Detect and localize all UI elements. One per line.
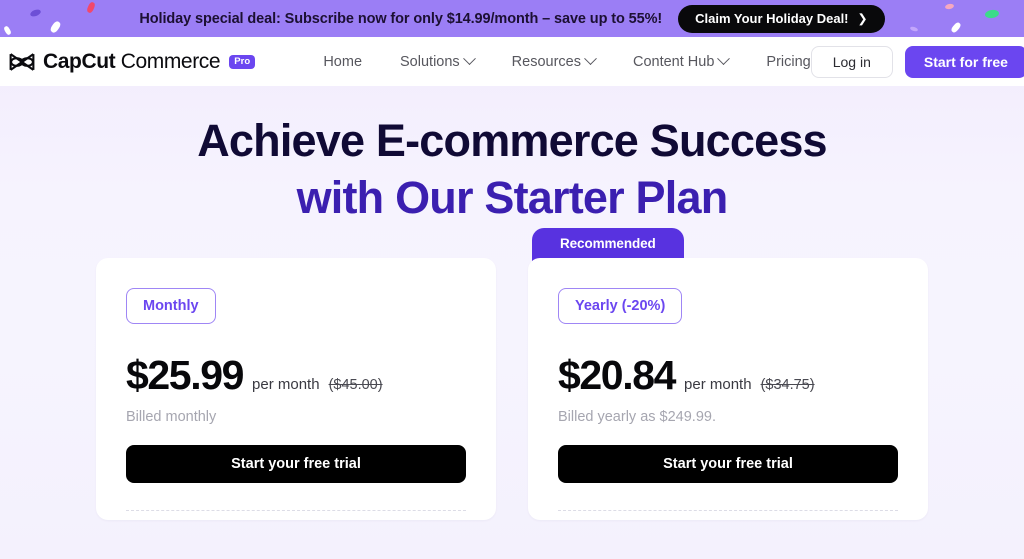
promo-banner: Holiday special deal: Subscribe now for …: [0, 0, 1024, 37]
price-unit-yearly: per month: [684, 376, 752, 393]
nav-link-content-hub[interactable]: Content Hub: [632, 52, 731, 70]
chevron-down-icon: [462, 52, 476, 66]
claim-holiday-deal-button[interactable]: Claim Your Holiday Deal! ❯: [678, 4, 885, 33]
nav-link-content-hub-label: Content Hub: [632, 53, 715, 70]
card-divider: [126, 510, 466, 511]
nav-link-resources-label: Resources: [511, 53, 581, 70]
chevron-right-icon: ❯: [857, 11, 868, 25]
pro-badge: Pro: [229, 54, 256, 69]
price-row-yearly: $20.84 per month ($34.75): [558, 355, 898, 396]
claim-holiday-deal-label: Claim Your Holiday Deal!: [695, 11, 849, 26]
pricing-card-monthly: Monthly $25.99 per month ($45.00) Billed…: [96, 258, 496, 520]
card-divider: [558, 510, 898, 511]
price-amount-yearly: $20.84: [558, 352, 676, 398]
pricing-card-yearly: Yearly (-20%) $20.84 per month ($34.75) …: [528, 258, 928, 520]
brand-name-light: Commerce: [115, 49, 221, 73]
nav-link-home-label: Home: [323, 53, 363, 70]
price-row-monthly: $25.99 per month ($45.00): [126, 355, 466, 396]
nav-link-pricing[interactable]: Pricing: [766, 54, 810, 70]
nav-link-solutions[interactable]: Solutions: [400, 52, 476, 70]
page-title: Achieve E-commerce Success with Our Star…: [0, 112, 1024, 226]
headline-line-1: Achieve E-commerce Success: [197, 115, 827, 166]
billing-note-monthly: Billed monthly: [126, 409, 217, 425]
nav-link-home[interactable]: Home: [323, 54, 362, 70]
login-button[interactable]: Log in: [810, 45, 893, 78]
confetti-dot: [944, 3, 955, 10]
start-free-trial-button-monthly[interactable]: Start your free trial: [126, 445, 466, 483]
brand-logo[interactable]: CapCut Commerce Pro: [8, 49, 256, 74]
chevron-down-icon: [584, 52, 597, 66]
confetti-dot: [950, 21, 962, 34]
pricing-card-monthly-wrap: Monthly $25.99 per month ($45.00) Billed…: [96, 258, 496, 520]
confetti-dot: [29, 8, 42, 18]
start-for-free-button[interactable]: Start for free: [904, 45, 1024, 78]
price-original-monthly: ($45.00): [328, 377, 383, 393]
nav-link-solutions-label: Solutions: [400, 53, 460, 70]
price-original-yearly: ($34.75): [760, 377, 815, 393]
brand-name: CapCut Commerce: [43, 49, 221, 74]
nav-link-resources[interactable]: Resources: [511, 52, 597, 70]
term-pill-monthly[interactable]: Monthly: [126, 288, 216, 324]
term-pill-yearly[interactable]: Yearly (-20%): [558, 288, 683, 324]
billing-note-yearly: Billed yearly as $249.99.: [558, 409, 716, 425]
confetti-dot: [3, 25, 12, 36]
confetti-dot: [984, 9, 1000, 19]
page-root: Holiday special deal: Subscribe now for …: [0, 0, 1024, 559]
pricing-card-yearly-wrap: Recommended Yearly (-20%) $20.84 per mon…: [528, 228, 928, 520]
promo-text: Holiday special deal: Subscribe now for …: [139, 10, 663, 27]
capcut-logo-icon: [9, 52, 35, 71]
start-free-trial-button-yearly[interactable]: Start your free trial: [558, 445, 898, 483]
confetti-dot: [86, 1, 96, 14]
confetti-dot: [49, 20, 62, 34]
pricing-cards: Monthly $25.99 per month ($45.00) Billed…: [0, 228, 1024, 520]
price-amount-monthly: $25.99: [126, 352, 244, 398]
chevron-down-icon: [717, 52, 731, 66]
confetti-dot: [909, 25, 919, 33]
nav-link-pricing-label: Pricing: [766, 53, 811, 70]
navbar: CapCut Commerce Pro Home Solutions Resou…: [0, 37, 1024, 86]
price-unit-monthly: per month: [252, 376, 320, 393]
headline-line-2: with Our Starter Plan: [296, 172, 729, 223]
nav-actions: Log in Start for free: [810, 45, 1024, 78]
hero-section: Achieve E-commerce Success with Our Star…: [0, 86, 1024, 226]
brand-name-bold: CapCut: [43, 49, 116, 73]
nav-links: Home Solutions Resources Content Hub Pri…: [323, 52, 811, 70]
